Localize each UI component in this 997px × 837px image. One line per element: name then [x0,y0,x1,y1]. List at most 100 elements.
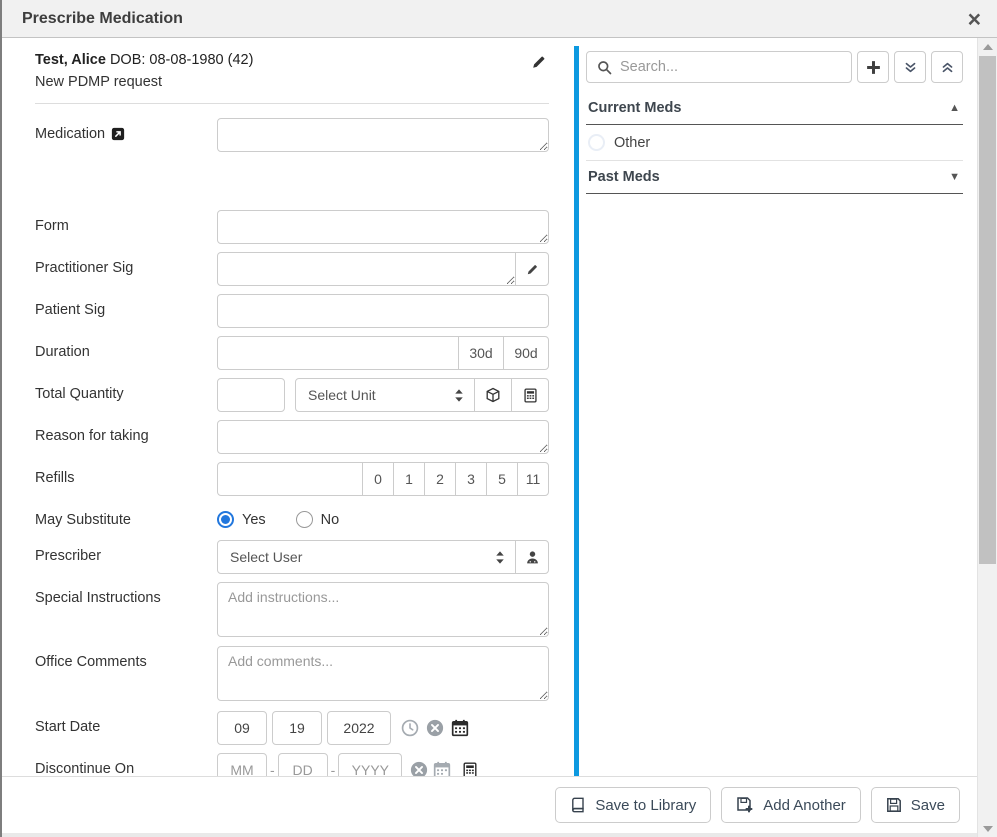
start-date-year-input[interactable] [327,711,391,745]
office-comments-input[interactable] [217,646,549,701]
form-input[interactable] [217,210,549,244]
meds-search-input[interactable] [620,52,841,82]
calculator-icon [523,388,538,403]
collapse-all-button[interactable] [931,51,963,83]
refills-11-button[interactable]: 11 [517,462,549,496]
edit-patient-pencil-icon[interactable] [531,54,547,70]
reason-row: Reason for taking [35,420,549,454]
patient-sig-label: Patient Sig [35,302,105,318]
special-instructions-input[interactable] [217,582,549,637]
patient-sig-input[interactable] [217,294,549,328]
may-substitute-label: May Substitute [35,512,131,528]
section-current-meds[interactable]: Current Meds ▲ [586,92,963,125]
reason-input[interactable] [217,420,549,454]
dialog-body: Test, Alice DOB: 08-08-1980 (42) New PDM… [2,38,977,776]
date-separator: - [270,762,275,776]
start-date-month-input[interactable] [217,711,267,745]
add-med-button[interactable] [857,51,889,83]
patient-name: Test, Alice [35,52,106,68]
duration-90d-button[interactable]: 90d [503,336,549,370]
dialog-footer: Save to Library Add Another Save [2,776,977,833]
dialog-bottom-edge [2,833,977,837]
search-icon [597,60,612,75]
doctor-icon [525,550,540,565]
scroll-up-arrow[interactable] [978,38,997,55]
close-icon[interactable]: × [968,9,981,29]
refills-0-button[interactable]: 0 [362,462,394,496]
package-lookup-button[interactable] [474,378,512,412]
calendar-icon[interactable] [451,719,469,737]
save-button[interactable]: Save [871,787,960,823]
practitioner-sig-row: Practitioner Sig [35,252,549,286]
chevrons-down-icon [904,61,917,74]
office-comments-label: Office Comments [35,654,147,670]
refills-input[interactable] [217,462,363,496]
refills-label: Refills [35,470,74,486]
clear-date-icon[interactable] [410,761,428,776]
practitioner-sig-input[interactable] [217,252,516,286]
assign-prescriber-button[interactable] [515,540,549,574]
substitute-no-label: No [321,512,340,528]
caret-down-icon: ▼ [949,171,960,183]
clear-date-icon[interactable] [426,719,444,737]
unit-select[interactable]: Select Unit [295,378,475,412]
may-substitute-row: May Substitute Yes No [35,504,549,528]
total-quantity-input[interactable] [217,378,285,412]
office-comments-row: Office Comments [35,646,549,701]
refills-5-button[interactable]: 5 [486,462,518,496]
patient-dob: DOB: 08-08-1980 (42) [110,52,253,68]
substitute-yes-radio[interactable] [217,511,234,528]
duration-row: Duration 30d 90d [35,336,549,370]
special-instructions-label: Special Instructions [35,590,161,606]
refills-1-button[interactable]: 1 [393,462,425,496]
date-separator: - [331,762,336,776]
save-to-library-button[interactable]: Save to Library [555,787,711,823]
external-link-icon[interactable] [111,127,125,141]
prescriber-label: Prescriber [35,548,101,564]
form-label: Form [35,218,69,234]
quantity-calculator-button[interactable] [511,378,549,412]
current-meds-other-item[interactable]: Other [586,125,963,161]
duration-input[interactable] [217,336,459,370]
form-row: Form [35,210,549,244]
section-past-meds[interactable]: Past Meds ▼ [586,161,963,194]
start-date-label: Start Date [35,719,100,735]
calendar-icon[interactable] [433,761,451,776]
save-icon [886,797,902,813]
select-arrows-icon [454,388,464,403]
total-quantity-row: Total Quantity Select Unit [35,378,549,412]
prescriber-select[interactable]: Select User [217,540,516,574]
other-radio[interactable] [588,134,605,151]
prescribe-medication-dialog: Prescribe Medication × Test, Alice DOB: … [0,0,997,837]
discontinue-year-input[interactable] [338,753,402,776]
scroll-down-arrow[interactable] [978,820,997,837]
duration-label: Duration [35,344,90,360]
pencil-icon [526,263,539,276]
discontinue-on-label: Discontinue On [35,761,134,776]
substitute-no-radio[interactable] [296,511,313,528]
discontinue-month-input[interactable] [217,753,267,776]
medication-input[interactable] [217,118,549,152]
expand-all-button[interactable] [894,51,926,83]
plus-icon [865,59,882,76]
practitioner-sig-label: Practitioner Sig [35,260,133,276]
save-plus-icon [736,796,754,814]
refills-2-button[interactable]: 2 [424,462,456,496]
refills-3-button[interactable]: 3 [455,462,487,496]
edit-sig-button[interactable] [515,252,549,286]
clock-icon[interactable] [401,719,419,737]
select-arrows-icon [495,550,505,565]
meds-search-box[interactable] [586,51,852,83]
vertical-scrollbar[interactable] [977,38,997,837]
duration-30d-button[interactable]: 30d [458,336,504,370]
start-date-row: Start Date [35,711,549,745]
reason-label: Reason for taking [35,428,149,444]
dialog-title: Prescribe Medication [22,10,968,28]
medication-row: Medication [35,118,549,152]
meds-panel: Current Meds ▲ Other Past Meds ▼ [579,38,977,776]
scrollbar-thumb[interactable] [979,56,996,564]
discontinue-day-input[interactable] [278,753,328,776]
start-date-day-input[interactable] [272,711,322,745]
duration-calculator-icon[interactable] [462,762,478,776]
add-another-button[interactable]: Add Another [721,787,861,823]
